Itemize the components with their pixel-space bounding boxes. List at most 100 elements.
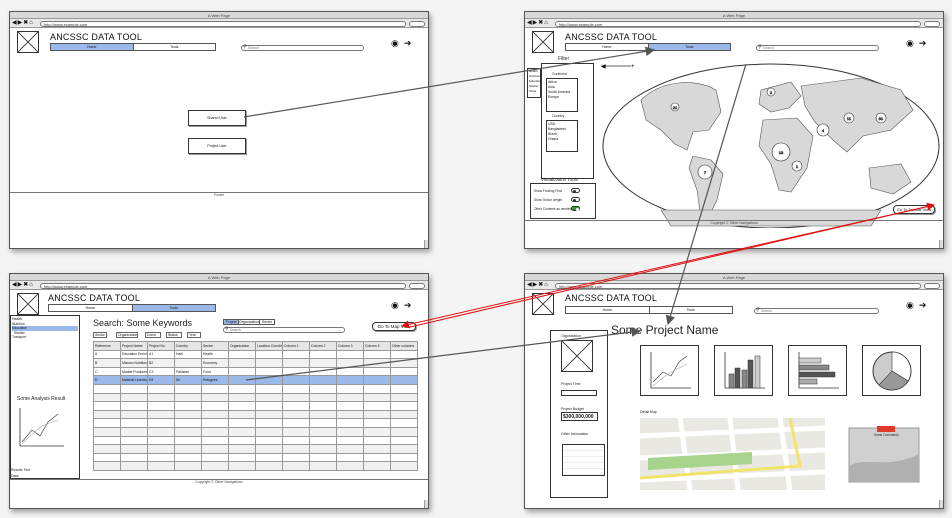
sidebar-item[interactable]: Transport [12, 335, 78, 340]
filter-year[interactable]: Year [187, 332, 201, 338]
go-to-map-view-button[interactable]: Go To Map View [372, 322, 416, 331]
filter-sector[interactable]: Sector [93, 332, 107, 338]
column-header[interactable]: Column 4 [363, 341, 391, 351]
browser-search-box[interactable] [409, 20, 425, 27]
project-time-field[interactable] [561, 390, 597, 396]
project-budget-field[interactable]: $300,000,000 [561, 412, 598, 421]
url-field[interactable]: http://www.example.com [40, 282, 406, 289]
table-cell [255, 452, 283, 463]
tab-tools[interactable]: Tools [648, 44, 730, 50]
tab-tools[interactable]: Tools [132, 305, 215, 311]
table-cell [336, 426, 364, 437]
sign-out-icon[interactable]: ➔ [404, 38, 417, 48]
tab-home[interactable]: Home [49, 305, 133, 311]
scrollbar[interactable] [939, 500, 943, 508]
table-row[interactable]: D Material Learning D4 Sri Refugees [93, 375, 418, 385]
other-info-field[interactable] [562, 444, 605, 476]
sign-out-icon[interactable]: ➔ [404, 300, 417, 310]
search-input[interactable]: Search [241, 45, 364, 51]
user-icon[interactable]: ◉ [391, 300, 404, 310]
table-row[interactable] [93, 392, 418, 403]
sector-toggle[interactable] [571, 197, 580, 202]
list-item[interactable]: Europe [548, 95, 576, 100]
line-chart-thumb[interactable] [640, 345, 699, 396]
url-field[interactable]: http://www.example.com [555, 282, 921, 289]
table-row[interactable] [93, 401, 418, 411]
table-row[interactable] [93, 383, 418, 394]
organization-logo [561, 340, 593, 372]
list-search-input[interactable]: Search [223, 327, 345, 333]
table-row[interactable]: AEducation EnrichmentA1HaitiHealth [93, 349, 418, 360]
browser-nav-icons[interactable]: ◀▶✖⌂ [527, 20, 549, 27]
sign-out-icon[interactable]: ➔ [919, 300, 932, 310]
sign-out-icon[interactable]: ➔ [919, 38, 932, 48]
filter-organization[interactable]: Organization [116, 332, 138, 338]
table-row[interactable] [93, 409, 418, 420]
column-header[interactable]: Country [174, 341, 202, 351]
detail-map-label: Detail Map [640, 410, 657, 414]
project-user-button[interactable]: Project User [188, 138, 246, 154]
column-header[interactable]: Reference [93, 341, 121, 351]
flow-toggle[interactable] [571, 188, 580, 193]
table-row[interactable] [93, 452, 418, 463]
column-header[interactable]: Column 1 [282, 341, 310, 351]
user-icon[interactable]: ◉ [391, 38, 404, 48]
column-header[interactable]: Column 3 [336, 341, 364, 351]
user-icon[interactable]: ◉ [906, 300, 919, 310]
search-input[interactable]: Search [754, 308, 879, 314]
scope-sector[interactable]: Sector [259, 320, 275, 324]
tab-tools[interactable]: Tools [649, 307, 732, 313]
column-header[interactable]: Column 2 [309, 341, 337, 351]
side-tab[interactable]: Other [529, 89, 540, 94]
tab-home[interactable]: Home [566, 44, 649, 50]
filter-status[interactable]: Status [166, 332, 182, 338]
list-item[interactable]: Ghana [548, 137, 576, 142]
scope-project[interactable]: Project [224, 320, 240, 324]
column-header[interactable]: Project No [147, 341, 175, 351]
table-row[interactable]: B Mission Nutrition B2 Economy [93, 358, 418, 368]
table-row[interactable]: C Market Production C3 Pakistan Food [93, 366, 418, 377]
table-row[interactable] [93, 461, 418, 471]
go-to-tabular-view-button[interactable]: Go To Tabular View [893, 205, 935, 214]
table-cell: Material Learning [120, 375, 148, 385]
table-row[interactable] [93, 426, 418, 437]
tab-tools[interactable]: Tools [133, 44, 215, 50]
table-cell [255, 401, 283, 411]
column-header[interactable]: Sector [201, 341, 229, 351]
column-header[interactable]: Other columns [390, 341, 418, 351]
tab-home[interactable]: Home [566, 307, 650, 313]
table-cell [255, 375, 283, 385]
world-map[interactable]: 21 2 11 4 81 13 7 1 ◀ + [601, 60, 941, 228]
shared-user-button[interactable]: Shared User [188, 110, 246, 126]
browser-nav-icons[interactable]: ◀▶✖⌂ [527, 282, 549, 289]
browser-nav-icons[interactable]: ◀▶✖⌂ [12, 282, 34, 289]
column-header[interactable]: Organization [228, 341, 256, 351]
scrollbar[interactable] [424, 240, 428, 248]
table-cell [147, 383, 175, 394]
pie-chart-thumb[interactable] [862, 345, 921, 396]
country-list[interactable]: USA Bangladesh Brazil Ghana [546, 120, 578, 152]
horizontal-bar-chart-thumb[interactable] [788, 345, 847, 396]
filter-donor[interactable]: Donor [145, 332, 161, 338]
user-icon[interactable]: ◉ [906, 38, 919, 48]
detail-map[interactable] [640, 418, 825, 490]
scrollbar[interactable] [424, 500, 428, 508]
scrollbar[interactable] [939, 240, 943, 248]
url-field[interactable]: http://www.example.com [555, 20, 921, 27]
table-row[interactable] [93, 435, 418, 446]
browser-nav-icons[interactable]: ◀▶✖⌂ [12, 20, 34, 27]
scope-organization[interactable]: Organization [239, 320, 260, 324]
search-input[interactable]: Search [756, 45, 879, 51]
column-header[interactable]: Project Name [120, 341, 148, 351]
continent-list[interactable]: Africa Asia South America Europe [546, 78, 578, 112]
browser-search-box[interactable] [924, 282, 940, 289]
table-row[interactable] [93, 444, 418, 454]
table-row[interactable] [93, 418, 418, 428]
tab-home[interactable]: Home [51, 44, 134, 50]
bar-chart-thumb[interactable] [714, 345, 773, 396]
browser-search-box[interactable] [409, 282, 425, 289]
column-header[interactable]: Location Coordinates [255, 341, 283, 351]
browser-search-box[interactable] [924, 20, 940, 27]
url-field[interactable]: http://www.example.com [40, 20, 406, 27]
other-toggle[interactable] [571, 206, 580, 211]
